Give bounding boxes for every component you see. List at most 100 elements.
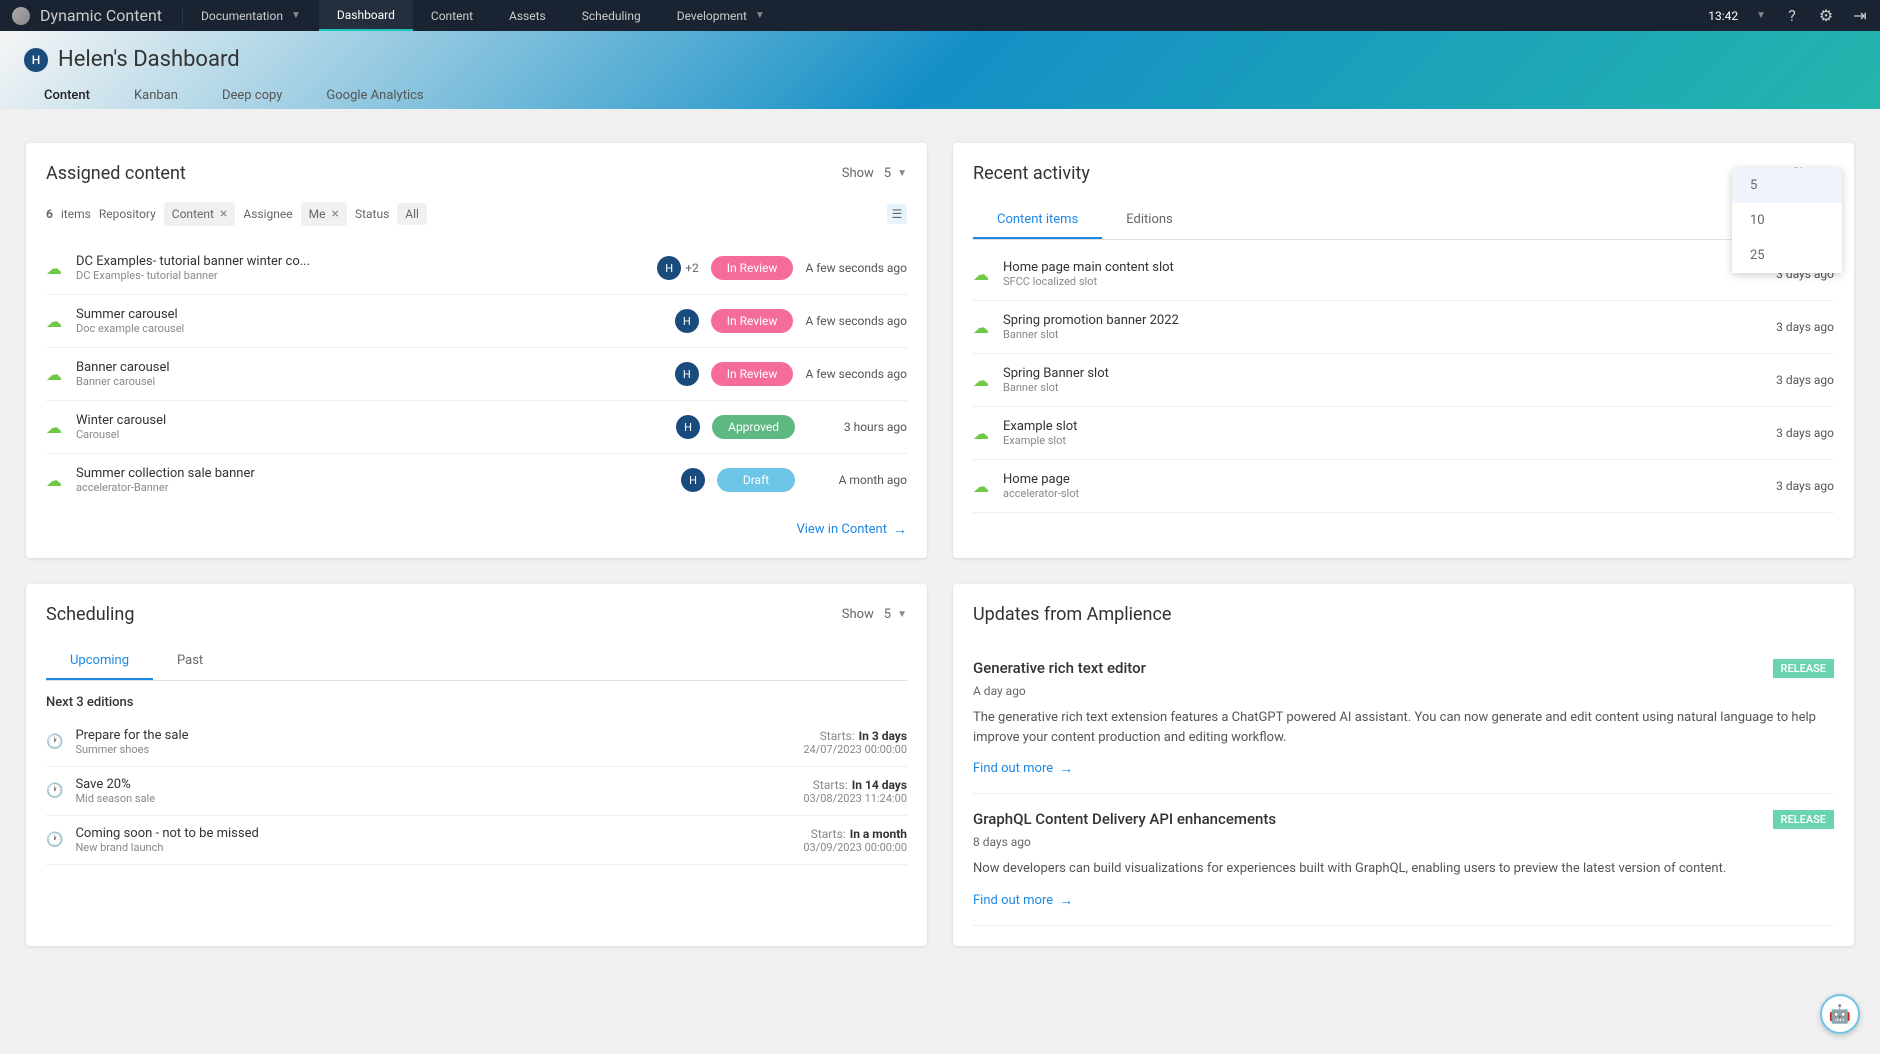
status-badge: Approved <box>712 415 795 439</box>
schedule-sub: New brand launch <box>75 841 791 854</box>
assigned-title: Assigned content <box>46 163 186 184</box>
avatar: H <box>657 256 681 280</box>
dropdown-item-10[interactable]: 10 <box>1732 203 1842 238</box>
dropdown-item-5[interactable]: 5 <box>1732 168 1842 203</box>
content-sub: Banner carousel <box>76 375 663 388</box>
schedule-name: Save 20% <box>75 777 791 792</box>
activity-sub: SFCC localized slot <box>1003 275 1722 288</box>
find-out-more-link[interactable]: Find out more → <box>973 760 1073 777</box>
activity-info: Spring Banner slot Banner slot <box>1003 366 1722 394</box>
activity-name: Example slot <box>1003 419 1722 434</box>
activity-row[interactable]: ☁ Spring Banner slot Banner slot 3 days … <box>973 354 1834 407</box>
tab-deep-copy[interactable]: Deep copy <box>202 80 302 109</box>
nav-scheduling[interactable]: Scheduling <box>564 0 659 31</box>
tab-past[interactable]: Past <box>153 643 227 680</box>
update-title: GraphQL Content Delivery API enhancement… <box>973 810 1276 828</box>
tab-google-analytics[interactable]: Google Analytics <box>306 80 443 109</box>
time-text: A month ago <box>807 473 907 487</box>
status-chip[interactable]: All <box>397 203 427 225</box>
cloud-icon: ☁ <box>46 365 64 384</box>
logout-icon[interactable]: ⇥ <box>1852 8 1868 24</box>
content-row[interactable]: ☁ DC Examples- tutorial banner winter co… <box>46 242 907 295</box>
cloud-icon: ☁ <box>973 265 991 284</box>
schedule-time: Starts:In a month 03/09/2023 00:00:00 <box>803 827 907 854</box>
activity-sub: accelerator-slot <box>1003 487 1722 500</box>
nav-dashboard[interactable]: Dashboard <box>319 0 413 31</box>
schedule-info: Prepare for the sale Summer shoes <box>75 728 791 756</box>
avatar-group: H <box>675 362 699 386</box>
schedule-row[interactable]: 🕐 Save 20% Mid season sale Starts:In 14 … <box>46 767 907 816</box>
dropdown-item-25[interactable]: 25 <box>1732 238 1842 273</box>
status-badge: In Review <box>711 256 794 280</box>
scheduling-tabs: Upcoming Past <box>46 643 907 681</box>
activity-name: Spring Banner slot <box>1003 366 1722 381</box>
app-name: Dynamic Content <box>40 6 162 25</box>
updates-card: Updates from Amplience Generative rich t… <box>953 584 1854 946</box>
scheduling-title: Scheduling <box>46 604 134 625</box>
content-row[interactable]: ☁ Winter carousel Carousel H Approved 3 … <box>46 401 907 454</box>
show-control: Show 5 ▼ <box>842 166 907 181</box>
update-text: Now developers can build visualizations … <box>973 859 1834 879</box>
time-text: A few seconds ago <box>805 261 907 275</box>
avatar-group: H <box>676 415 700 439</box>
next-editions-label: Next 3 editions <box>46 695 907 710</box>
tab-content-items[interactable]: Content items <box>973 202 1102 239</box>
content-row[interactable]: ☁ Banner carousel Banner carousel H In R… <box>46 348 907 401</box>
close-icon[interactable]: × <box>331 206 338 222</box>
activity-row[interactable]: ☁ Example slot Example slot 3 days ago <box>973 407 1834 460</box>
avatar: H <box>675 362 699 386</box>
schedule-row[interactable]: 🕐 Coming soon - not to be missed New bra… <box>46 816 907 865</box>
show-dropdown[interactable]: 5 ▼ <box>884 166 907 181</box>
close-icon[interactable]: × <box>220 206 227 222</box>
cloud-icon: ☁ <box>46 312 64 331</box>
content-info: DC Examples- tutorial banner winter co..… <box>76 254 645 282</box>
activity-sub: Banner slot <box>1003 328 1722 341</box>
activity-row[interactable]: ☁ Home page main content slot SFCC local… <box>973 248 1834 301</box>
clock-icon: 🕐 <box>46 734 63 750</box>
gear-icon[interactable]: ⚙ <box>1818 8 1834 24</box>
time-text: 3 days ago <box>1734 479 1834 493</box>
recent-tabs: Content items Editions <box>973 202 1834 240</box>
filter-icon[interactable]: ☰ <box>887 204 907 224</box>
tab-upcoming[interactable]: Upcoming <box>46 643 153 680</box>
content-name: DC Examples- tutorial banner winter co..… <box>76 254 645 269</box>
avatar: H <box>676 415 700 439</box>
nav-content[interactable]: Content <box>413 0 491 31</box>
schedule-time: Starts:In 14 days 03/08/2023 11:24:00 <box>803 778 907 805</box>
tab-content[interactable]: Content <box>24 80 110 109</box>
repo-chip[interactable]: Content× <box>164 202 236 226</box>
content-row[interactable]: ☁ Summer carousel Doc example carousel H… <box>46 295 907 348</box>
tab-editions[interactable]: Editions <box>1102 202 1196 239</box>
activity-info: Example slot Example slot <box>1003 419 1722 447</box>
chat-button[interactable]: 🤖 <box>1820 994 1860 1034</box>
assignee-chip[interactable]: Me× <box>301 202 347 226</box>
content-name: Winter carousel <box>76 413 664 428</box>
nav-development[interactable]: Development▼ <box>659 0 783 31</box>
time-dropdown-icon[interactable]: ▼ <box>1756 10 1766 21</box>
content-row[interactable]: ☁ Summer collection sale banner accelera… <box>46 454 907 506</box>
content-sub: Carousel <box>76 428 664 441</box>
time-text: A few seconds ago <box>805 367 907 381</box>
view-in-content-link[interactable]: View in Content→ <box>796 521 907 538</box>
activity-name: Spring promotion banner 2022 <box>1003 313 1722 328</box>
cloud-icon: ☁ <box>973 424 991 443</box>
avatar: H <box>681 468 705 492</box>
nav-assets[interactable]: Assets <box>491 0 564 31</box>
activity-row[interactable]: ☁ Home page accelerator-slot 3 days ago <box>973 460 1834 513</box>
arrow-right-icon: → <box>893 521 907 538</box>
logo-icon[interactable] <box>12 7 30 25</box>
updates-title: Updates from Amplience <box>973 604 1171 625</box>
update-text: The generative rich text extension featu… <box>973 708 1834 747</box>
recent-title: Recent activity <box>973 163 1090 184</box>
clock-time: 13:42 <box>1708 9 1738 23</box>
tab-kanban[interactable]: Kanban <box>114 80 198 109</box>
nav-documentation[interactable]: Documentation▼ <box>183 0 319 31</box>
find-out-more-link[interactable]: Find out more → <box>973 892 1073 909</box>
time-text: 3 days ago <box>1734 426 1834 440</box>
schedule-row[interactable]: 🕐 Prepare for the sale Summer shoes Star… <box>46 718 907 767</box>
arrow-right-icon: → <box>1059 892 1073 909</box>
show-dropdown[interactable]: 5 ▼ <box>884 607 907 622</box>
hero-banner: H Helen's Dashboard Content Kanban Deep … <box>0 31 1880 109</box>
activity-row[interactable]: ☁ Spring promotion banner 2022 Banner sl… <box>973 301 1834 354</box>
help-icon[interactable]: ? <box>1784 8 1800 24</box>
